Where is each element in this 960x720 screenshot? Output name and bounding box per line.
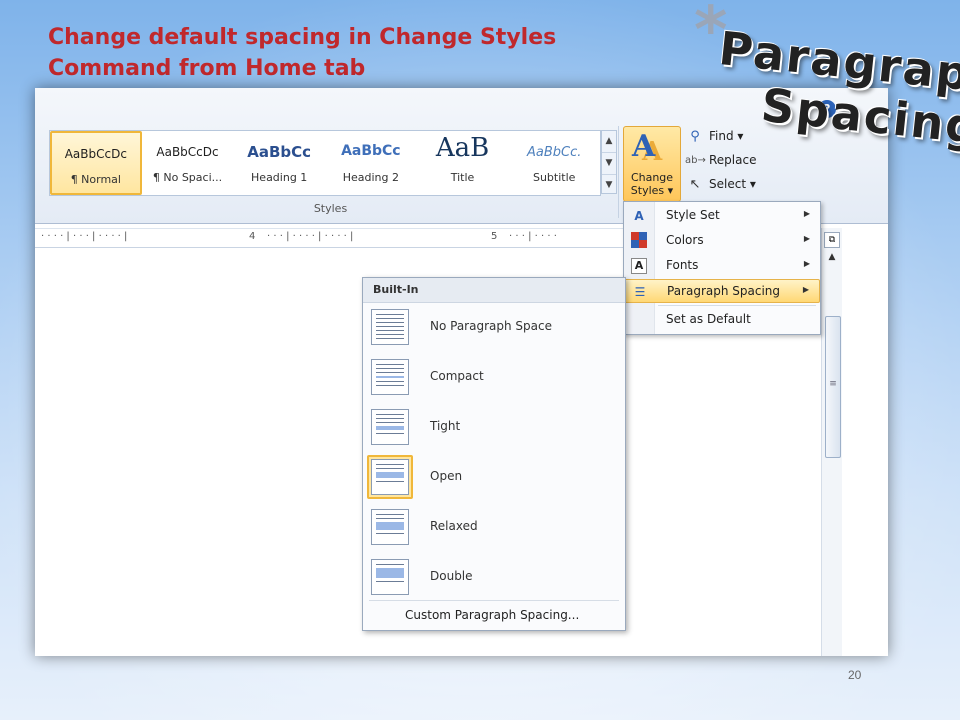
spacing-option-label: Tight [430,419,461,433]
vertical-scrollbar[interactable]: ⧉ ▲ ≡ [821,228,842,656]
style-normal[interactable]: AaBbCcDc ¶ Normal [50,131,142,195]
slide-number: 20 [848,668,862,682]
spacing-option-relaxed[interactable]: Relaxed [363,504,625,552]
ruler-mark-5: 5 [491,231,498,242]
style-preview: AaBbCcDc [156,145,219,159]
menu-item-fonts[interactable]: A Fonts ▶ [624,254,820,278]
menu-item-label: Colors [666,233,704,247]
spacing-option-compact[interactable]: Compact [363,354,625,402]
style-preview: AaB [435,133,490,163]
menu-separator [658,305,816,306]
change-styles-label: Change Styles ▾ [624,171,680,197]
style-name: Heading 2 [342,171,399,184]
spacing-option-double[interactable]: Double [363,554,625,602]
style-name: Heading 1 [251,171,308,184]
spacing-option-tight[interactable]: Tight [363,404,625,452]
replace-button[interactable]: ab→ Replace [685,148,785,172]
scroll-up-icon[interactable]: ▲ [822,252,842,262]
spacing-option-label: Double [430,569,473,583]
menu-item-label: Style Set [666,208,720,222]
editing-group: ⚲ Find ▾ ab→ Replace ↖ Select ▾ [685,124,785,204]
style-title[interactable]: AaB Title [417,131,509,195]
change-styles-icon: A [632,129,656,164]
styles-gallery: AaBbCcDc ¶ Normal AaBbCcDc ¶ No Spaci...… [49,130,601,196]
no-paragraph-space-icon [371,309,409,345]
spacing-option-label: No Paragraph Space [430,319,552,333]
gallery-up-icon[interactable]: ▲ [602,131,616,153]
submenu-arrow-icon: ▶ [802,285,809,294]
style-set-icon: A [634,209,644,223]
menu-item-style-set[interactable]: A Style Set ▶ [624,204,820,228]
gallery-down-icon[interactable]: ▼ [602,153,616,175]
cursor-icon: ↖ [689,176,701,192]
flyout-header: Built-In [363,278,625,303]
compact-icon [371,359,409,395]
gallery-more-icon[interactable]: ▼ [602,175,616,196]
submenu-arrow-icon: ▶ [803,234,810,243]
menu-item-colors[interactable]: Colors ▶ [624,229,820,253]
open-icon [371,459,409,495]
change-styles-label-2: Styles ▾ [630,184,674,197]
select-label: Select ▾ [709,177,756,191]
style-no-spacing[interactable]: AaBbCcDc ¶ No Spaci... [142,131,234,195]
change-styles-button[interactable]: A A Change Styles ▾ [623,126,681,202]
binoculars-icon: ⚲ [690,128,700,144]
fonts-icon: A [631,258,647,274]
style-name: Subtitle [532,171,576,184]
spacing-option-open[interactable]: Open [363,454,625,502]
style-heading-2[interactable]: AaBbCc Heading 2 [325,131,417,195]
paragraph-spacing-flyout: Built-In No Paragraph Space Compact Tigh… [362,277,626,631]
double-icon [371,559,409,595]
ruler-tick: · · · | · · · · | · · · · | [267,231,354,242]
menu-item-label: Set as Default [666,312,751,326]
change-styles-menu: A Style Set ▶ Colors ▶ A Fonts ▶ ☰ Parag… [623,201,821,335]
style-name: Title [450,171,475,184]
slide-title-line-2: Command from Home tab [48,56,366,81]
ruler-tick: · · · · | · · · | · · · · | [41,231,128,242]
style-preview: AaBbCc [247,143,312,161]
submenu-arrow-icon: ▶ [803,209,810,218]
style-heading-1[interactable]: AaBbCc Heading 1 [233,131,325,195]
style-preview: AaBbCcDc [64,147,127,161]
replace-label: Replace [709,153,757,167]
change-styles-label-1: Change [630,171,674,184]
ruler-mark-4: 4 [249,231,256,242]
colors-icon [630,232,648,250]
style-preview: AaBbCc [341,143,401,159]
select-button[interactable]: ↖ Select ▾ [685,172,785,196]
slide-title-line-1: Change default spacing in Change Styles [48,25,557,50]
submenu-arrow-icon: ▶ [803,259,810,268]
menu-item-paragraph-spacing[interactable]: ☰ Paragraph Spacing ▶ [624,279,820,303]
word-screenshot: ? AaBbCcDc ¶ Normal AaBbCcDc ¶ No Spaci.… [35,88,888,656]
replace-icon: ab→ [685,154,706,166]
ruler-toggle-icon[interactable]: ⧉ [824,232,840,248]
style-name: ¶ No Spaci... [152,171,223,184]
spacing-option-label: Open [430,469,463,483]
scroll-thumb[interactable]: ≡ [825,316,841,458]
ruler-tick: · · · | · · · · [509,231,557,242]
slide-title: Change default spacing in Change Styles … [48,22,688,84]
style-subtitle[interactable]: AaBbCc. Subtitle [508,131,600,195]
spacing-option-label: Compact [430,369,484,383]
custom-paragraph-spacing[interactable]: Custom Paragraph Spacing... [363,602,625,628]
spacing-option-label: Relaxed [430,519,478,533]
style-name: ¶ Normal [70,173,121,186]
colors-swatch [631,232,647,248]
menu-item-set-as-default[interactable]: Set as Default [624,308,820,332]
gallery-scroll: ▲ ▼ ▼ [601,130,617,194]
scroll-grip-icon: ≡ [829,379,837,389]
styles-group-label: Styles [313,202,348,215]
menu-item-label: Paragraph Spacing [667,284,781,298]
spacing-option-no-paragraph-space[interactable]: No Paragraph Space [363,304,625,352]
relaxed-icon [371,509,409,545]
paragraph-spacing-icon: ☰ [634,285,646,299]
find-label: Find ▾ [709,129,744,143]
tight-icon [371,409,409,445]
menu-item-label: Fonts [666,258,699,272]
flyout-separator [369,600,619,601]
style-preview: AaBbCc. [527,145,582,160]
styles-group: AaBbCcDc ¶ Normal AaBbCcDc ¶ No Spaci...… [43,126,619,218]
